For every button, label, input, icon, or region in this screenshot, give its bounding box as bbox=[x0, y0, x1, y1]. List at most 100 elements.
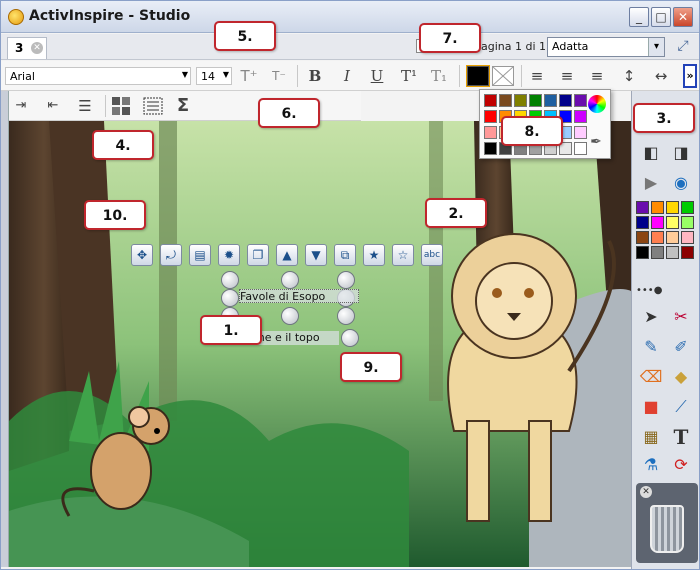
palette-swatch[interactable] bbox=[514, 94, 527, 107]
eraser-icon[interactable]: ⌫ bbox=[638, 365, 664, 389]
toolbox-color-swatch[interactable] bbox=[651, 246, 664, 259]
text-object-title[interactable]: Favole di Esopo bbox=[239, 289, 359, 303]
italic-button[interactable]: I bbox=[335, 66, 359, 86]
palette-swatch[interactable] bbox=[574, 110, 587, 123]
edit-shape-icon[interactable]: ✹ bbox=[218, 244, 240, 266]
align-center-icon[interactable]: ≡ bbox=[555, 66, 579, 86]
toolbox-color-swatch[interactable] bbox=[681, 231, 694, 244]
resize-handle[interactable] bbox=[281, 307, 299, 325]
highlighter-icon[interactable]: ✐ bbox=[668, 335, 694, 359]
resize-handle[interactable] bbox=[337, 271, 355, 289]
toolbox-color-swatch[interactable] bbox=[681, 216, 694, 229]
toolbox-color-swatch[interactable] bbox=[681, 246, 694, 259]
toolbox-color-swatch[interactable] bbox=[636, 246, 649, 259]
paragraph-spacing-icon[interactable]: ↔ bbox=[649, 66, 673, 86]
bring-forward-icon[interactable]: ▲ bbox=[276, 244, 298, 266]
clear-icon[interactable]: ⚗ bbox=[638, 453, 664, 477]
palette-swatch[interactable] bbox=[529, 94, 542, 107]
line-spacing-icon[interactable]: ↕ bbox=[617, 66, 641, 86]
resize-handle[interactable] bbox=[221, 289, 239, 307]
palette-swatch[interactable] bbox=[484, 142, 497, 155]
minimize-button[interactable]: _ bbox=[629, 7, 649, 27]
eyedropper-icon[interactable]: ✒ bbox=[588, 134, 604, 154]
text-tool-icon[interactable]: T bbox=[668, 425, 694, 449]
pen-icon[interactable]: ✎ bbox=[638, 335, 664, 359]
spellcheck-icon[interactable]: abc bbox=[421, 244, 443, 266]
font-name-select[interactable]: Arial ▼ bbox=[5, 67, 191, 85]
close-button[interactable]: ✕ bbox=[673, 7, 693, 27]
trash-close-icon[interactable]: ✕ bbox=[640, 486, 652, 498]
star-small-icon[interactable]: ☆ bbox=[392, 244, 414, 266]
underline-button[interactable]: U bbox=[365, 66, 389, 86]
connector-icon[interactable]: ⟋ bbox=[668, 395, 694, 419]
subscript-button[interactable]: T₁ bbox=[427, 66, 451, 86]
select-arrow-icon[interactable]: ➤ bbox=[638, 305, 664, 329]
toolbox-color-swatch[interactable] bbox=[666, 201, 679, 214]
bullet-list-icon[interactable]: ☰ bbox=[73, 96, 97, 116]
page-back-icon[interactable]: ◧ bbox=[638, 141, 664, 165]
palette-swatch[interactable] bbox=[544, 94, 557, 107]
trash-can-icon[interactable] bbox=[650, 505, 684, 553]
toolbox-color-swatch[interactable] bbox=[651, 216, 664, 229]
toolbox-color-swatch[interactable] bbox=[651, 231, 664, 244]
bold-button[interactable]: B bbox=[303, 66, 327, 86]
align-right-icon[interactable]: ≡ bbox=[585, 66, 609, 86]
toolbox-color-swatch[interactable] bbox=[651, 201, 664, 214]
reset-icon[interactable]: ⟳ bbox=[668, 453, 694, 477]
equation-icon[interactable]: Σ bbox=[171, 96, 195, 116]
shrink-font-icon[interactable]: T⁻ bbox=[267, 66, 291, 86]
browser-icon[interactable]: ◉ bbox=[668, 171, 694, 195]
object-browser-icon[interactable]: ▤ bbox=[189, 244, 211, 266]
tab-flipchart[interactable]: 3 ✕ bbox=[7, 37, 47, 59]
resize-handle[interactable] bbox=[221, 271, 239, 289]
clapperboard-icon[interactable]: ▦ bbox=[638, 425, 664, 449]
palette-swatch[interactable] bbox=[574, 94, 587, 107]
grow-font-icon[interactable]: T⁺ bbox=[237, 66, 261, 86]
maximize-button[interactable]: □ bbox=[651, 7, 671, 27]
flipchart-canvas[interactable]: ✥ ⤾ ▤ ✹ ❐ ▲ ▼ ⧉ ★ ☆ abc Favole di Esopo … bbox=[9, 121, 631, 567]
font-size-select[interactable]: 14 ▼ bbox=[196, 67, 232, 85]
more-options-button[interactable]: » bbox=[683, 64, 697, 88]
star-menu-icon[interactable]: ★ bbox=[363, 244, 385, 266]
grid-tool-icon[interactable] bbox=[109, 96, 133, 116]
palette-swatch[interactable] bbox=[574, 126, 587, 139]
palette-swatch[interactable] bbox=[484, 110, 497, 123]
page-forward-icon[interactable]: ◨ bbox=[668, 141, 694, 165]
palette-swatch[interactable] bbox=[484, 94, 497, 107]
tab-close-icon[interactable]: ✕ bbox=[31, 42, 43, 54]
toolbox-color-swatch[interactable] bbox=[636, 201, 649, 214]
select-text-icon[interactable] bbox=[141, 96, 165, 116]
toolbox-color-swatch[interactable] bbox=[636, 231, 649, 244]
send-backward-icon[interactable]: ▼ bbox=[305, 244, 327, 266]
pen-width-slider[interactable]: •••● bbox=[636, 279, 662, 303]
move-freely-icon[interactable]: ✥ bbox=[131, 244, 153, 266]
palette-swatch[interactable] bbox=[559, 94, 572, 107]
rotate-icon[interactable]: ⤾ bbox=[160, 244, 182, 266]
tools-icon[interactable]: ✂ bbox=[668, 305, 694, 329]
duplicate-icon[interactable]: ❐ bbox=[247, 244, 269, 266]
superscript-button[interactable]: T¹ bbox=[397, 66, 421, 86]
palette-swatch[interactable] bbox=[499, 94, 512, 107]
resize-handle[interactable] bbox=[337, 307, 355, 325]
toolbox-color-swatch[interactable] bbox=[681, 201, 694, 214]
fit-screen-icon[interactable]: ⤢ bbox=[673, 38, 693, 56]
zoom-select[interactable]: Adatta ▾ bbox=[547, 37, 665, 57]
rotate-handle[interactable] bbox=[341, 329, 359, 347]
palette-swatch[interactable] bbox=[574, 142, 587, 155]
toolbox-color-swatch[interactable] bbox=[666, 216, 679, 229]
play-icon[interactable]: ▶ bbox=[638, 171, 664, 195]
color-wheel-icon[interactable] bbox=[588, 95, 606, 113]
text-color-button[interactable] bbox=[466, 65, 490, 87]
toolbox-color-swatch[interactable] bbox=[666, 231, 679, 244]
text-object-story[interactable]: one e il topo bbox=[251, 331, 339, 345]
toolbox-color-swatch[interactable] bbox=[636, 216, 649, 229]
fill-icon[interactable]: ◆ bbox=[668, 365, 694, 389]
copy-icon[interactable]: ⧉ bbox=[334, 244, 356, 266]
palette-swatch[interactable] bbox=[484, 126, 497, 139]
highlight-none-button[interactable] bbox=[492, 66, 514, 86]
resize-handle[interactable] bbox=[281, 271, 299, 289]
indent-icon[interactable]: ⇥ bbox=[9, 96, 33, 116]
shape-icon[interactable]: ■ bbox=[638, 395, 664, 419]
toolbox-color-swatch[interactable] bbox=[666, 246, 679, 259]
align-left-icon[interactable]: ≡ bbox=[525, 66, 549, 86]
